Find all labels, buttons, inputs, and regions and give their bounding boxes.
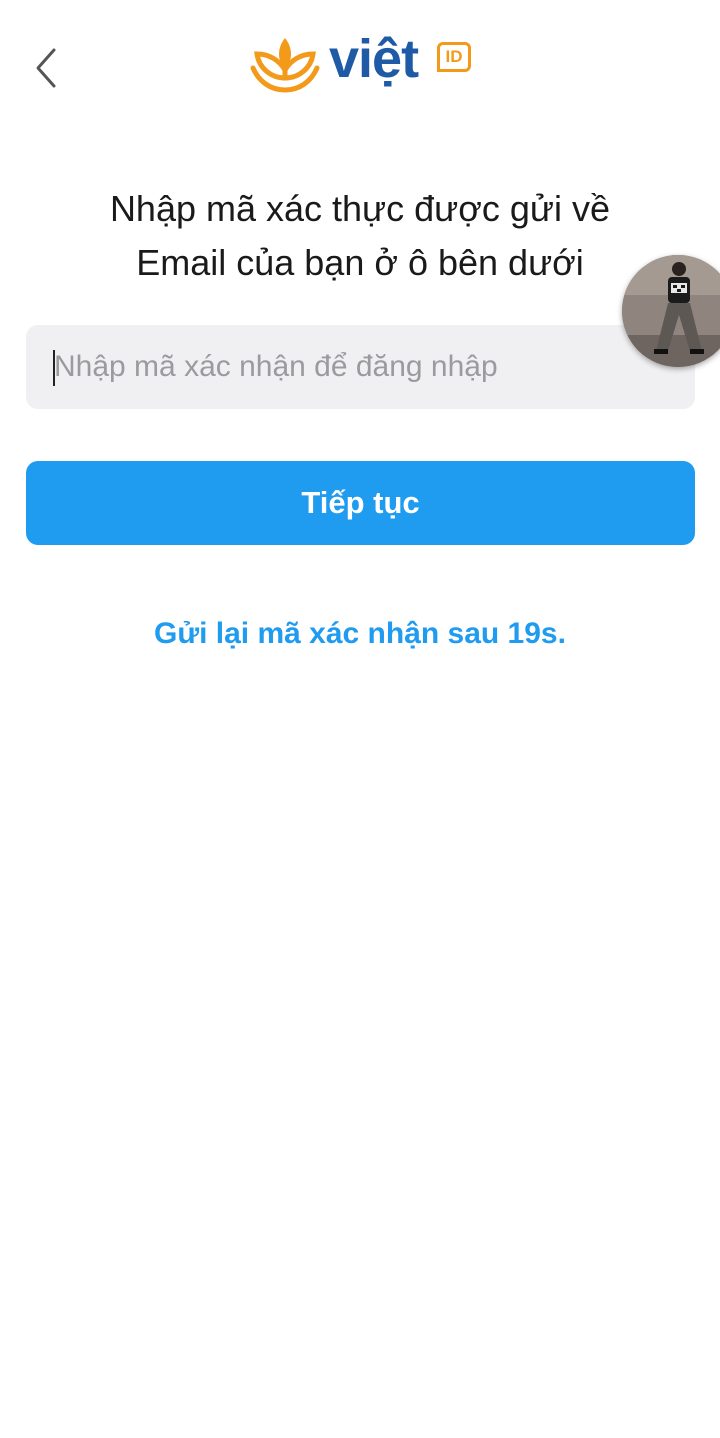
logo-wordmark: việt (329, 29, 419, 89)
title-line-2: Email của bạn ở ô bên dưới (136, 242, 584, 283)
chevron-left-icon (36, 48, 56, 88)
text-cursor (53, 350, 55, 386)
verification-screen: việt ID Nhập mã xác thực được gửi về Ema… (0, 0, 720, 1438)
viet-id-logo: việt ID (249, 29, 473, 104)
page-title: Nhập mã xác thực được gửi về Email của b… (0, 182, 720, 290)
continue-button[interactable]: Tiếp tục (26, 461, 695, 545)
resend-code-countdown: Gửi lại mã xác nhận sau 19s. (154, 617, 566, 650)
logo-id-badge: ID (437, 42, 471, 72)
title-line-1: Nhập mã xác thực được gửi về (109, 188, 611, 229)
back-button[interactable] (26, 42, 70, 94)
verification-code-input[interactable] (26, 325, 695, 409)
lotus-icon (250, 38, 320, 93)
